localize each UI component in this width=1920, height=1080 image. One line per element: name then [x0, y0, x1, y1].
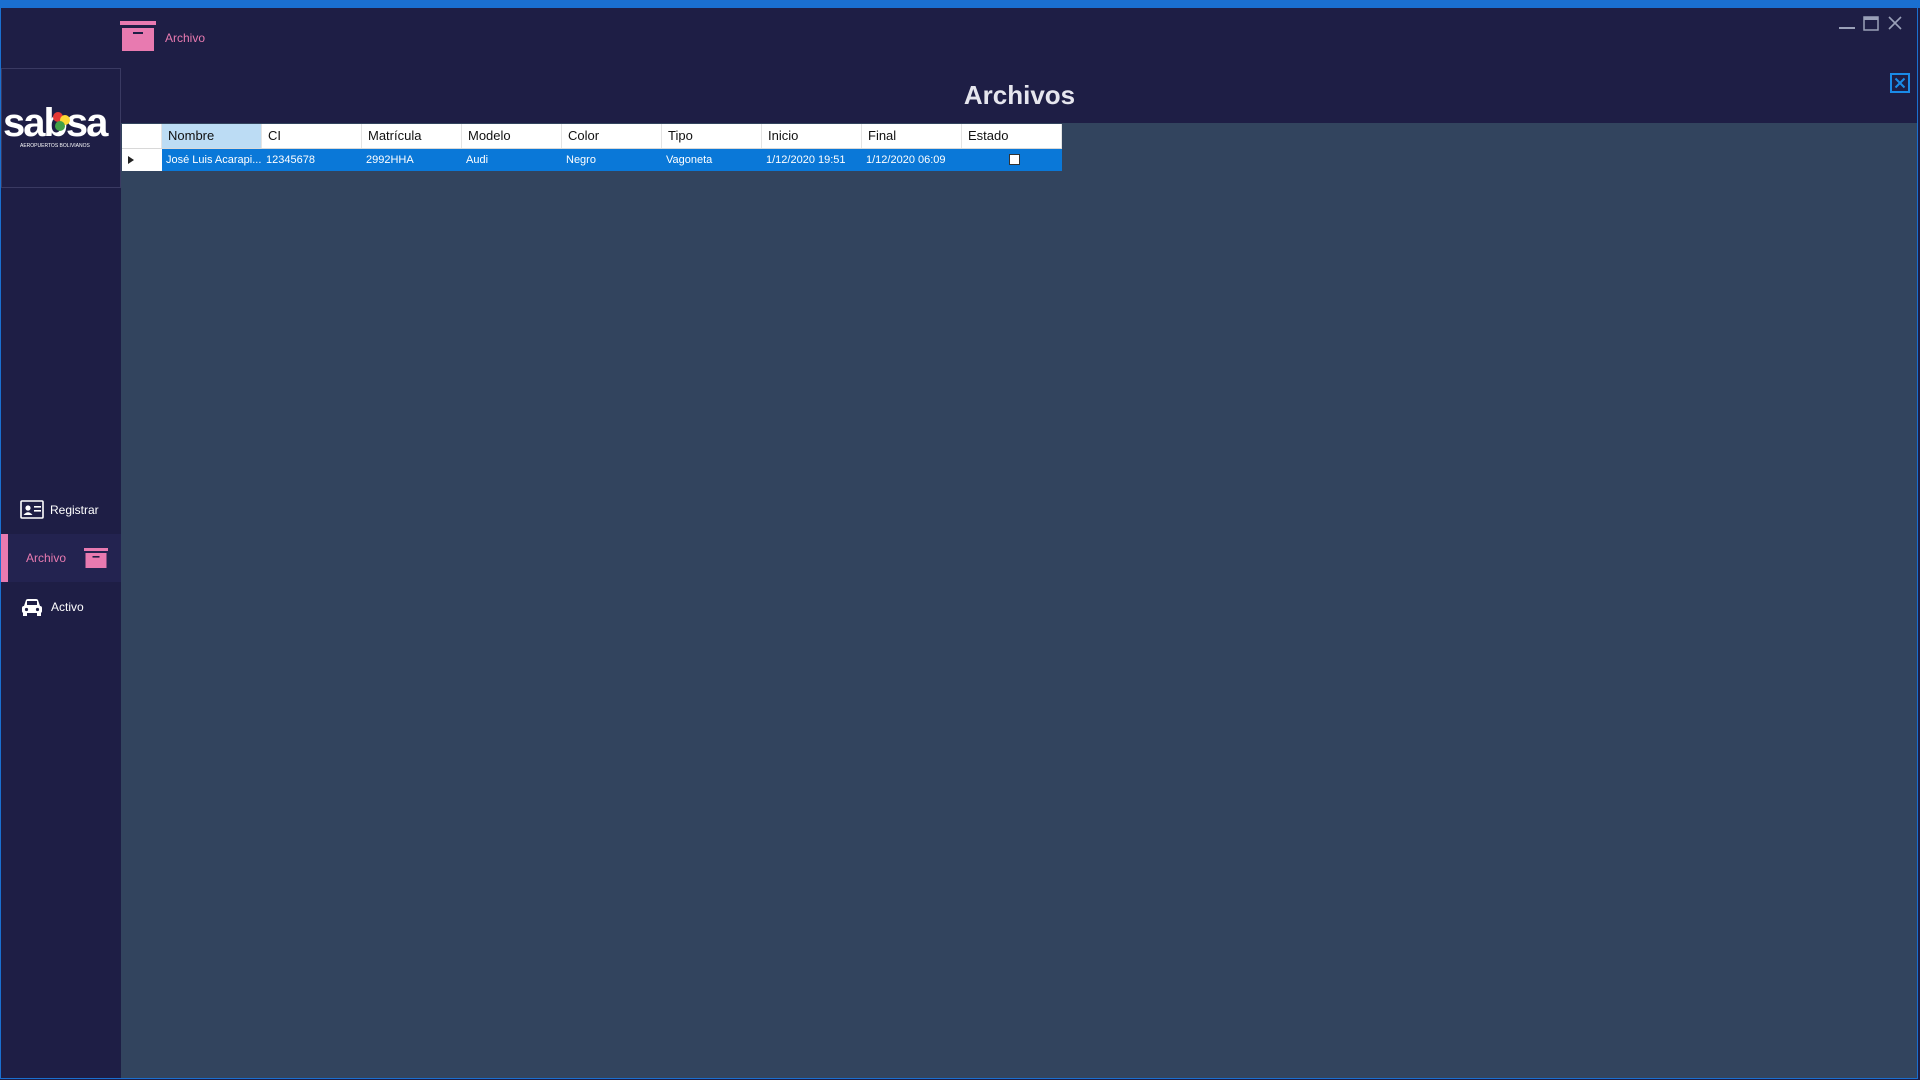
cell-nombre[interactable]: José Luis Acarapi...: [162, 149, 262, 171]
row-pointer-icon: [128, 156, 134, 164]
car-icon: [20, 597, 44, 617]
window-controls: [1836, 12, 1906, 34]
row-header-corner: [122, 124, 162, 148]
column-header-estado[interactable]: Estado: [962, 124, 1062, 148]
cell-inicio[interactable]: 1/12/2020 19:51: [762, 149, 862, 171]
sidebar-item-label: Activo: [51, 600, 84, 614]
content-panel: Archivos Nombre CI Matrícula Modelo Colo…: [121, 68, 1918, 1079]
close-form-button[interactable]: [1890, 73, 1910, 93]
column-header-color[interactable]: Color: [562, 124, 662, 148]
id-card-icon: [20, 500, 44, 520]
table-row[interactable]: José Luis Acarapi... 12345678 2992HHA Au…: [122, 149, 1062, 171]
cell-matricula[interactable]: 2992HHA: [362, 149, 462, 171]
minimize-icon: [1839, 27, 1855, 29]
minimize-button[interactable]: [1836, 12, 1858, 34]
sidebar: sabsa AEROPUERTOS BOLIVIANOS Registrar A…: [1, 68, 121, 1079]
column-header-final[interactable]: Final: [862, 124, 962, 148]
sidebar-item-archivo[interactable]: Archivo: [1, 534, 121, 582]
logo: sabsa AEROPUERTOS BOLIVIANOS: [1, 68, 121, 188]
window-top-border: [0, 0, 1920, 8]
cell-final[interactable]: 1/12/2020 06:09: [862, 149, 962, 171]
column-header-tipo[interactable]: Tipo: [662, 124, 762, 148]
cell-modelo[interactable]: Audi: [462, 149, 562, 171]
data-grid[interactable]: Nombre CI Matrícula Modelo Color Tipo In…: [122, 124, 1062, 171]
cell-color[interactable]: Negro: [562, 149, 662, 171]
estado-checkbox[interactable]: [1008, 154, 1020, 165]
sidebar-item-activo[interactable]: Activo: [1, 584, 121, 630]
close-window-button[interactable]: [1884, 12, 1906, 34]
maximize-button[interactable]: [1860, 12, 1882, 34]
cell-estado[interactable]: [962, 149, 1062, 171]
maximize-icon: [1863, 16, 1879, 31]
active-indicator: [1, 534, 8, 582]
column-header-nombre[interactable]: Nombre: [162, 124, 262, 148]
column-header-inicio[interactable]: Inicio: [762, 124, 862, 148]
page-title: Archivos: [963, 80, 1076, 110]
column-header-modelo[interactable]: Modelo: [462, 124, 562, 148]
archive-box-icon: [120, 19, 156, 53]
row-selector[interactable]: [122, 149, 162, 171]
window-title: Archivo: [165, 31, 206, 45]
sidebar-item-label: Archivo: [26, 551, 67, 565]
close-icon: [1888, 16, 1902, 30]
cell-tipo[interactable]: Vagoneta: [662, 149, 762, 171]
sabsa-logo-icon: sabsa AEROPUERTOS BOLIVIANOS: [3, 101, 111, 149]
cell-ci[interactable]: 12345678: [262, 149, 362, 171]
sidebar-item-label: Registrar: [50, 503, 99, 517]
archive-box-icon: [84, 547, 109, 569]
column-header-ci[interactable]: CI: [262, 124, 362, 148]
content-header: Archivos: [121, 68, 1918, 123]
svg-text:AEROPUERTOS BOLIVIANOS: AEROPUERTOS BOLIVIANOS: [20, 143, 91, 149]
sidebar-item-registrar[interactable]: Registrar: [1, 487, 121, 533]
column-header-matricula[interactable]: Matrícula: [362, 124, 462, 148]
close-icon: [1894, 77, 1906, 89]
title-bar[interactable]: Archivo: [0, 8, 1920, 68]
grid-header: Nombre CI Matrícula Modelo Color Tipo In…: [122, 124, 1062, 149]
